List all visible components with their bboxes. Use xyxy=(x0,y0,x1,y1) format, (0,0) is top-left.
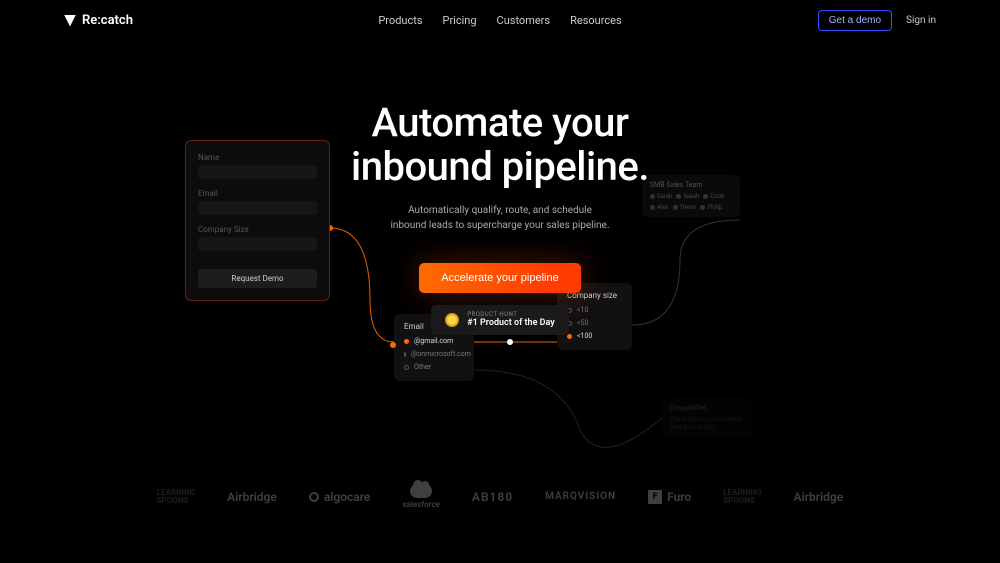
ph-title: #1 Product of the Day xyxy=(467,319,555,329)
brand-logo[interactable]: Re:catch xyxy=(64,13,133,28)
product-hunt-badge[interactable]: PRODUCT HUNT #1 Product of the Day xyxy=(431,305,569,335)
trophy-icon xyxy=(445,313,459,327)
logo-marqvision: MARQVISION xyxy=(545,491,616,502)
email-option-onmicrosoft[interactable]: @onmicrosoft.com xyxy=(404,350,464,358)
brand-name: Re:catch xyxy=(82,13,133,28)
disqualified-body: Thank you for your interest. We'll be in… xyxy=(670,416,744,432)
nav-pricing[interactable]: Pricing xyxy=(443,14,477,27)
radio-icon xyxy=(404,365,409,370)
logo-furo: FFuro xyxy=(648,490,691,504)
disqualified-card: Disqualified Thank you for your interest… xyxy=(662,398,752,438)
cta-button[interactable]: Accelerate your pipeline xyxy=(419,263,580,293)
hero-title-line2: inbound pipeline. xyxy=(351,143,649,190)
ph-text: PRODUCT HUNT #1 Product of the Day xyxy=(467,312,555,328)
customer-logos: LEARNINGSPOONS Airbridge algocare salesf… xyxy=(0,484,1000,509)
nav-resources[interactable]: Resources xyxy=(570,14,622,27)
main-nav: Products Pricing Customers Resources xyxy=(378,14,621,27)
logo-airbridge: Airbridge xyxy=(227,490,277,504)
brand-icon xyxy=(64,15,76,27)
hero-sub-line1: Automatically qualify, route, and schedu… xyxy=(408,205,592,216)
logo-salesforce: salesforce xyxy=(402,484,440,509)
hero-sub-line2: inbound leads to supercharge your sales … xyxy=(390,220,609,231)
logo-learning-spoons: LEARNINGSPOONS xyxy=(157,489,195,503)
disqualified-title: Disqualified xyxy=(670,404,744,412)
radio-icon xyxy=(404,339,409,344)
hero: Automate your inbound pipeline. Automati… xyxy=(0,101,1000,335)
cloud-icon xyxy=(410,484,432,498)
hero-title: Automate your inbound pipeline. xyxy=(0,101,1000,189)
logo-airbridge: Airbridge xyxy=(794,490,844,504)
email-option-other[interactable]: Other xyxy=(404,363,464,371)
logo-learning-spoons: LEARNINGSPOONS xyxy=(723,489,761,503)
hero-title-line1: Automate your xyxy=(371,99,628,146)
logo-ab180: AB180 xyxy=(472,490,513,504)
connector-dot-icon xyxy=(390,342,396,348)
radio-icon xyxy=(404,352,406,357)
email-option-gmail[interactable]: @gmail.com xyxy=(404,337,464,345)
get-demo-button[interactable]: Get a demo xyxy=(818,10,892,31)
hero-subtitle: Automatically qualify, route, and schedu… xyxy=(0,203,1000,233)
square-icon: F xyxy=(648,490,662,504)
header-actions: Get a demo Sign in xyxy=(818,10,936,31)
nav-customers[interactable]: Customers xyxy=(497,14,551,27)
circle-icon xyxy=(309,492,319,502)
nav-products[interactable]: Products xyxy=(378,14,422,27)
logo-algocare: algocare xyxy=(309,490,371,504)
header: Re:catch Products Pricing Customers Reso… xyxy=(0,0,1000,41)
signin-link[interactable]: Sign in xyxy=(906,15,936,26)
